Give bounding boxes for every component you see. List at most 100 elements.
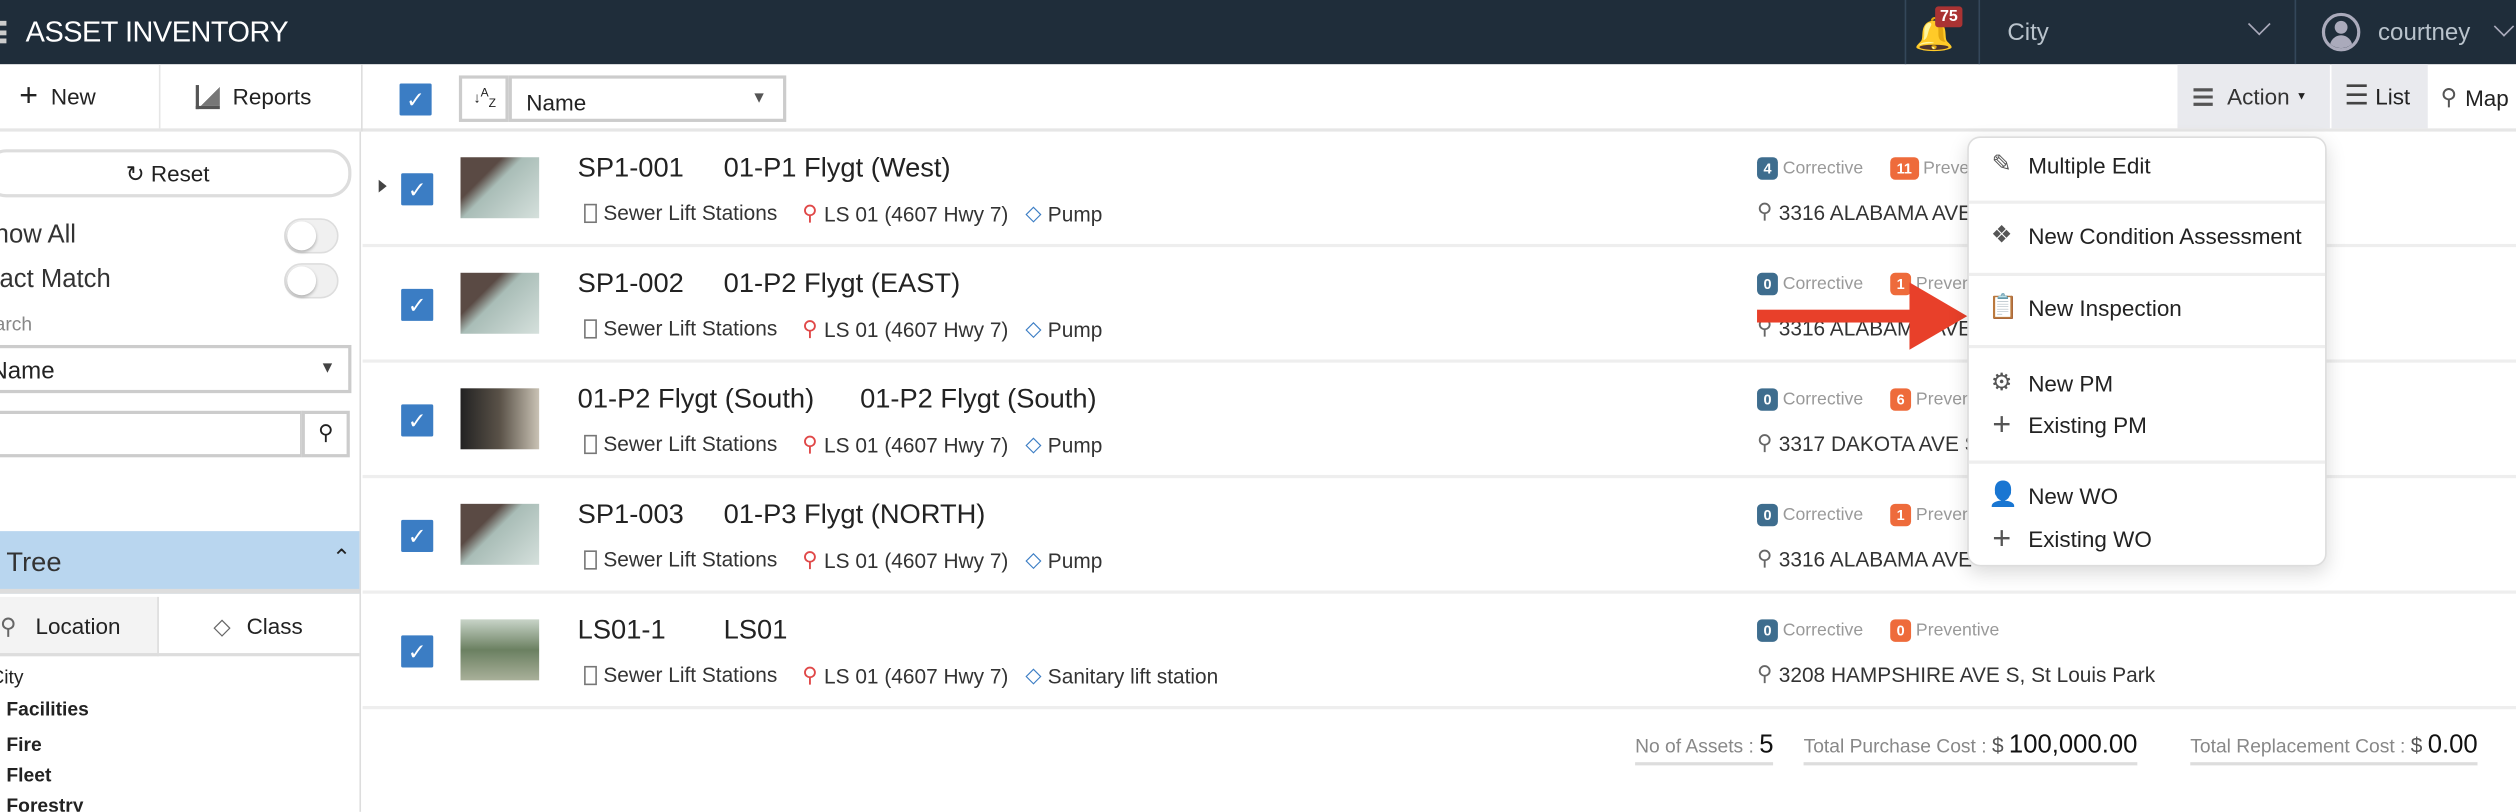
select-all-checkbox[interactable]: ✓	[399, 83, 432, 116]
chevron-down-icon[interactable]	[2247, 12, 2271, 36]
table-row[interactable]: ✓ LS01-1 LS01 Sewer Lift Stations ⚲ LS 01…	[362, 594, 2516, 710]
corrective-count[interactable]: 4 Corrective	[1757, 157, 1863, 180]
asset-name[interactable]: LS01	[724, 615, 788, 647]
map-marker-icon: ⚲	[1757, 198, 1773, 224]
plus-icon: +	[19, 78, 39, 114]
row-checkbox[interactable]: ✓	[401, 519, 434, 552]
toolbar: + New Reports ✓ ↓AZ Name ▼ Action ▼ ☰ List ⚲…	[0, 64, 2516, 132]
tree-item-city[interactable]: City	[0, 666, 24, 688]
action-menu: ✎ Multiple Edit ❖ New Condition Assessment 📋…	[1967, 136, 2327, 567]
menu-item-existing-pm[interactable]: + Existing PM	[1988, 407, 2146, 443]
corrective-count[interactable]: 0 Corrective	[1757, 503, 1863, 527]
plus-icon: +	[1992, 521, 2012, 557]
row-checkbox[interactable]: ✓	[401, 404, 434, 437]
corrective-count[interactable]: 0 Corrective	[1757, 388, 1863, 411]
preventive-count[interactable]: 0 Preventive	[1890, 619, 1999, 642]
map-view-button[interactable]: ⚲ Map	[2441, 83, 2509, 110]
asset-location: ⚲ LS 01 (4607 Hwy 7)	[802, 316, 1009, 341]
tree-header[interactable]: Tree ⌃	[0, 531, 360, 594]
building-icon	[584, 318, 597, 338]
asset-thumbnail[interactable]	[460, 619, 540, 681]
tag-icon: ◇	[213, 612, 231, 639]
search-field-select[interactable]: Name▼	[0, 344, 352, 394]
asset-thumbnail[interactable]	[460, 503, 540, 565]
map-marker-icon: ⚲	[1757, 545, 1773, 570]
map-pin-icon: ⚲	[802, 547, 818, 572]
row-checkbox[interactable]: ✓	[401, 288, 434, 321]
annotation-arrow	[1757, 309, 1918, 323]
menu-divider	[1968, 344, 2326, 349]
expand-icon[interactable]	[378, 179, 387, 193]
chevron-down-icon[interactable]	[2493, 16, 2515, 37]
menu-divider	[1968, 272, 2326, 276]
asset-class: ◇ Pump	[1025, 200, 1103, 226]
asset-name[interactable]: 01-P3 Flygt (NORTH)	[724, 499, 986, 531]
asset-category: Sewer Lift Stations	[584, 201, 777, 225]
asset-category: Sewer Lift Stations	[584, 663, 777, 687]
row-checkbox[interactable]: ✓	[401, 635, 434, 668]
asset-code[interactable]: SP1-001	[578, 152, 684, 184]
search-button[interactable]: ⚲	[301, 410, 350, 458]
search-input[interactable]	[0, 410, 304, 458]
asset-name[interactable]: 01-P1 Flygt (West)	[724, 152, 951, 184]
sort-direction-button[interactable]: ↓AZ	[458, 75, 509, 122]
tree-item-forestry[interactable]: Forestry	[6, 794, 83, 812]
asset-name[interactable]: 01-P2 Flygt (South)	[860, 383, 1097, 415]
new-button[interactable]: + New	[19, 78, 96, 114]
list-icon: ☰	[2344, 80, 2369, 111]
corrective-count[interactable]: 0 Corrective	[1757, 272, 1863, 296]
plus-icon: +	[1992, 407, 2012, 443]
asset-class: ◇ Pump	[1025, 316, 1103, 341]
worker-icon: 👤	[1988, 481, 2019, 509]
exact-match-toggle[interactable]	[284, 263, 339, 299]
map-marker-icon: ⚲	[1757, 661, 1773, 686]
asset-class: ◇ Pump	[1025, 431, 1103, 457]
asset-code[interactable]: SP1-002	[578, 268, 684, 300]
avatar[interactable]	[2321, 12, 2361, 52]
map-pin-icon: ⚲	[802, 200, 818, 225]
menu-icon[interactable]	[0, 20, 7, 44]
reset-button[interactable]: ↻ Reset	[0, 149, 352, 198]
caret-down-icon: ▼	[319, 359, 336, 378]
sort-field-select[interactable]: Name ▼	[508, 75, 787, 122]
menu-item-new-wo[interactable]: 👤 New WO	[1988, 481, 2118, 509]
asset-code[interactable]: 01-P2 Flygt (South)	[578, 383, 815, 415]
asset-thumbnail[interactable]	[460, 157, 540, 219]
tree-item-fire[interactable]: Fire	[6, 733, 41, 755]
asset-thumbnail[interactable]	[460, 388, 540, 450]
asset-address: ⚲ 3317 DAKOTA AVE S	[1757, 430, 1979, 455]
asset-address: ⚲ 3316 ALABAMA AVE	[1757, 198, 1973, 224]
asset-category: Sewer Lift Stations	[584, 316, 777, 340]
building-icon	[584, 434, 597, 454]
tree-item-facilities[interactable]: Facilities	[6, 698, 88, 720]
reports-button[interactable]: Reports	[195, 83, 311, 109]
show-all-toggle[interactable]	[284, 218, 339, 254]
asset-location: ⚲ LS 01 (4607 Hwy 7)	[802, 662, 1009, 688]
total-replacement-cost: Total Replacement Cost : $ 0.00	[2190, 732, 2478, 766]
total-purchase-cost: Total Purchase Cost : $ 100,000.00	[1803, 732, 2138, 766]
row-checkbox[interactable]: ✓	[401, 173, 434, 206]
menu-item-new-pm[interactable]: ⚙ New PM	[1988, 370, 2113, 396]
asset-thumbnail[interactable]	[460, 272, 540, 334]
user-menu[interactable]: courtney	[2378, 19, 2470, 46]
asset-code[interactable]: SP1-003	[578, 499, 684, 531]
chevron-up-icon[interactable]: ⌃	[332, 544, 351, 571]
refresh-icon: ↻	[125, 160, 145, 187]
app-title: ASSET INVENTORY	[25, 16, 289, 49]
menu-item-new-condition-assessment[interactable]: ❖ New Condition Assessment	[1988, 222, 2302, 248]
annotation-arrow-head	[1909, 282, 1968, 350]
asset-name[interactable]: 01-P2 Flygt (EAST)	[724, 268, 960, 300]
corrective-count[interactable]: 0 Corrective	[1757, 619, 1863, 642]
city-selector[interactable]: City	[2007, 19, 2048, 46]
asset-code[interactable]: LS01-1	[578, 615, 666, 647]
tab-location[interactable]: ⚲ Location	[0, 596, 159, 657]
action-button[interactable]: Action ▼	[2177, 64, 2330, 129]
list-view-button[interactable]: ☰ List	[2331, 64, 2428, 129]
menu-item-new-inspection[interactable]: 📋 New Inspection	[1988, 294, 2182, 320]
menu-item-multiple-edit[interactable]: ✎ Multiple Edit	[1988, 152, 2151, 178]
menu-item-existing-wo[interactable]: + Existing WO	[1988, 521, 2151, 557]
search-icon: ⚲	[318, 420, 334, 445]
tree-item-fleet[interactable]: Fleet	[6, 764, 51, 786]
show-all-label: Show All	[0, 221, 77, 249]
tab-class[interactable]: ◇ Class	[158, 597, 360, 657]
